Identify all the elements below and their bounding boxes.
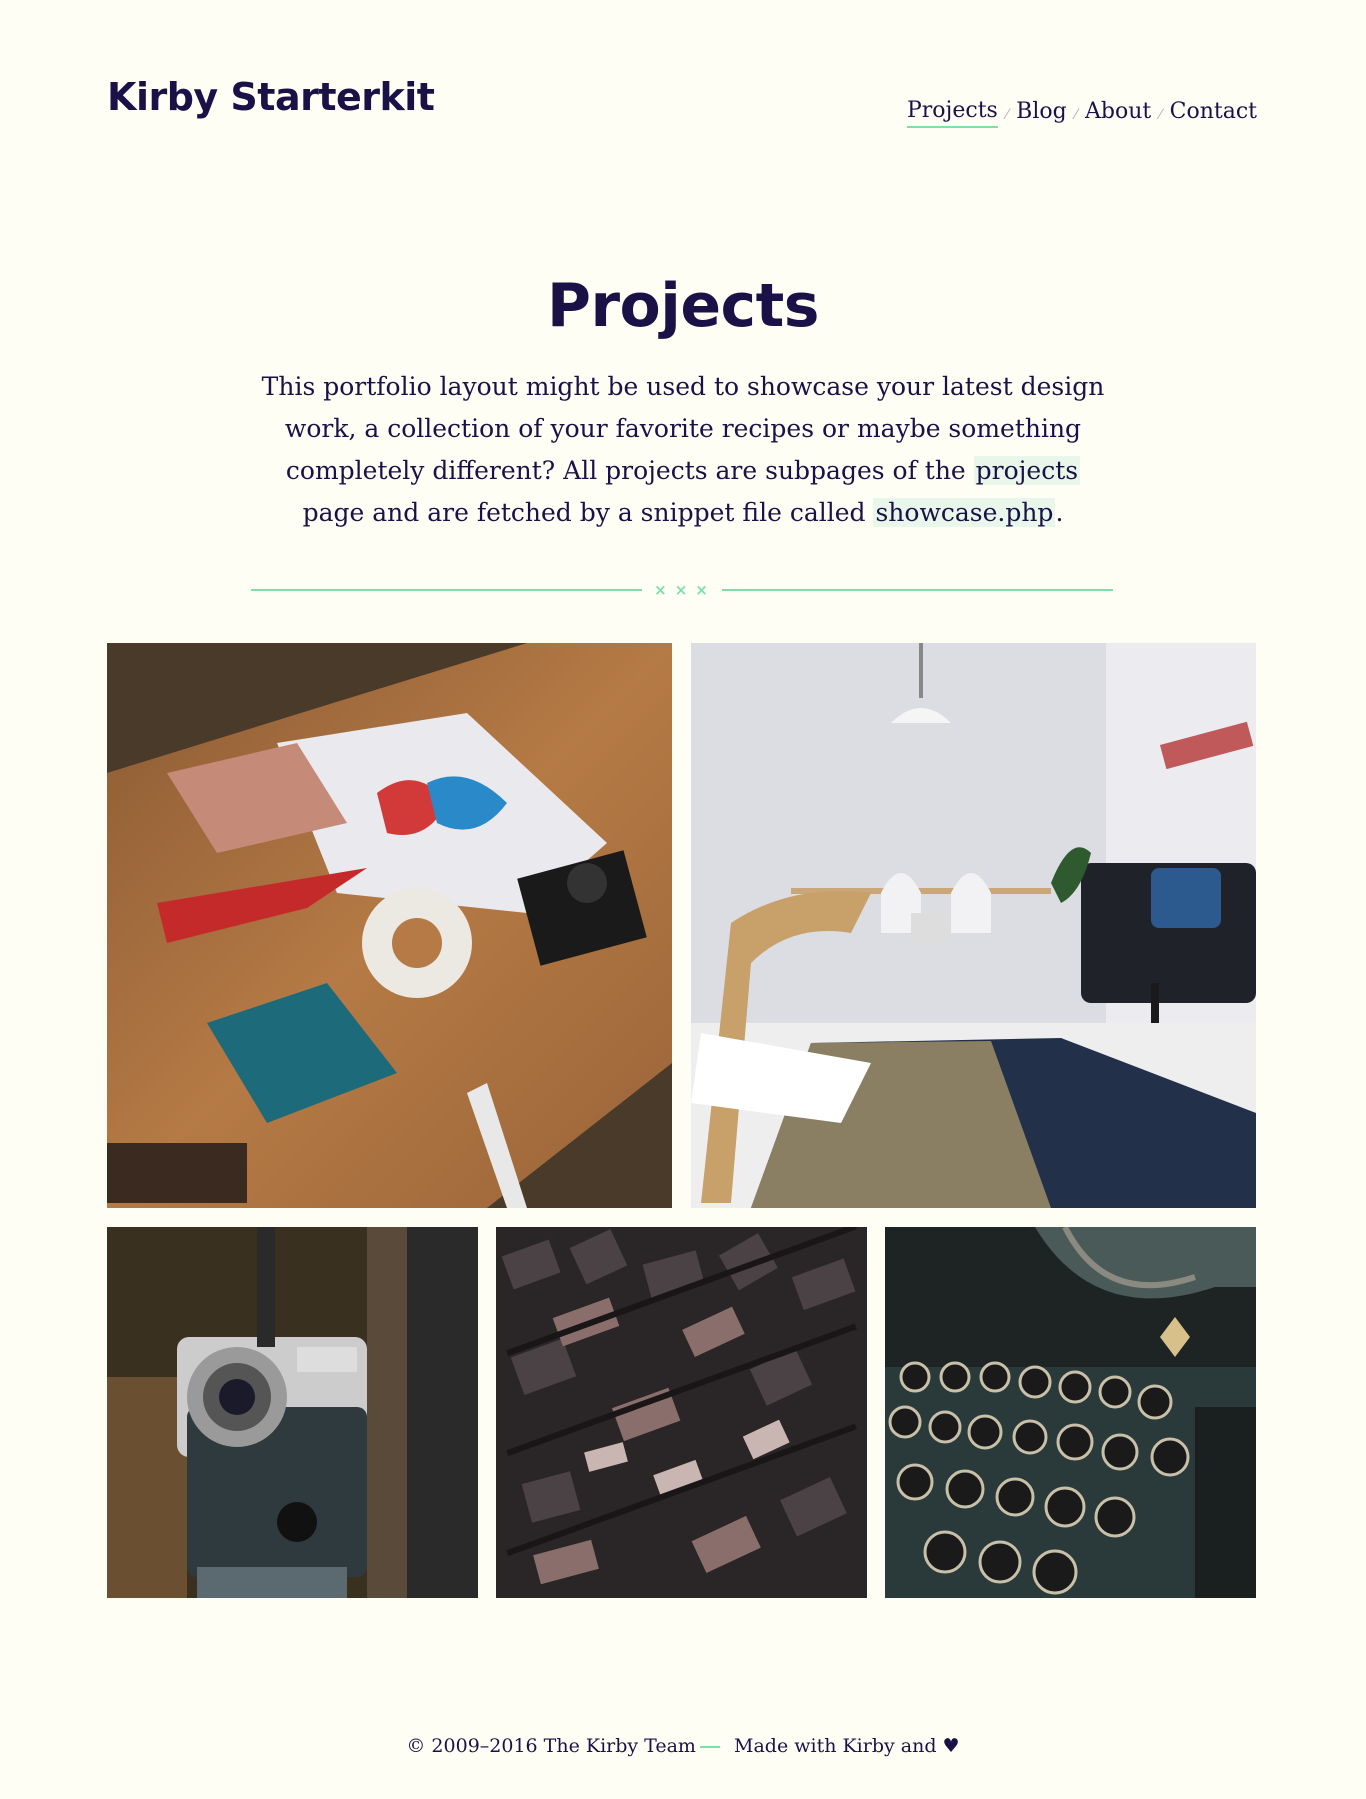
- typewriter-photo-icon: [885, 1227, 1256, 1598]
- made-with-text: Made with Kirby and: [734, 1735, 937, 1757]
- intro-text-part: page and are fetched by a snippet file c…: [302, 498, 874, 527]
- nav-item-projects[interactable]: Projects: [906, 98, 998, 129]
- intro-text: This portfolio layout might be used to s…: [253, 366, 1113, 534]
- project-tile-camera[interactable]: [107, 1227, 478, 1598]
- nav-item-about[interactable]: About: [1085, 99, 1151, 127]
- projects-code-highlight: projects: [973, 456, 1081, 485]
- letterpress-type-photo-icon: [496, 1227, 867, 1598]
- nav-separator: ⁄: [1005, 107, 1009, 124]
- heart-icon: ♥: [942, 1735, 960, 1757]
- project-tile-desk[interactable]: [107, 643, 672, 1208]
- showcase-code-highlight: showcase.php: [873, 498, 1056, 527]
- divider-line-right: [721, 589, 1113, 591]
- project-tile-living-room[interactable]: [691, 643, 1256, 1208]
- site-header: Kirby Starterkit Projects ⁄ Blog ⁄ About…: [107, 78, 1257, 138]
- nav-item-contact[interactable]: Contact: [1170, 99, 1257, 127]
- copyright-text: © 2009–2016 The Kirby Team: [406, 1735, 696, 1757]
- section-divider: ×××: [251, 581, 1113, 599]
- site-logo[interactable]: Kirby Starterkit: [107, 78, 435, 116]
- intro: Projects This portfolio layout might be …: [0, 270, 1366, 534]
- project-tile-letterpress[interactable]: [496, 1227, 867, 1598]
- project-tile-typewriter[interactable]: [885, 1227, 1256, 1598]
- site-footer: © 2009–2016 The Kirby Team Made with Kir…: [0, 1735, 1366, 1757]
- nav-item-blog[interactable]: Blog: [1016, 99, 1067, 127]
- intro-text-part: .: [1055, 498, 1064, 527]
- desk-flatlay-photo-icon: [107, 643, 672, 1208]
- camera-photo-icon: [107, 1227, 478, 1598]
- footer-dash: [699, 1746, 720, 1748]
- page-title: Projects: [546, 271, 820, 341]
- living-room-photo-icon: [691, 643, 1256, 1208]
- nav-separator: ⁄: [1074, 107, 1078, 124]
- divider-line-left: [251, 589, 643, 591]
- main-nav: Projects ⁄ Blog ⁄ About ⁄ Contact: [906, 98, 1257, 129]
- divider-marks: ×××: [654, 581, 716, 599]
- nav-separator: ⁄: [1159, 107, 1162, 124]
